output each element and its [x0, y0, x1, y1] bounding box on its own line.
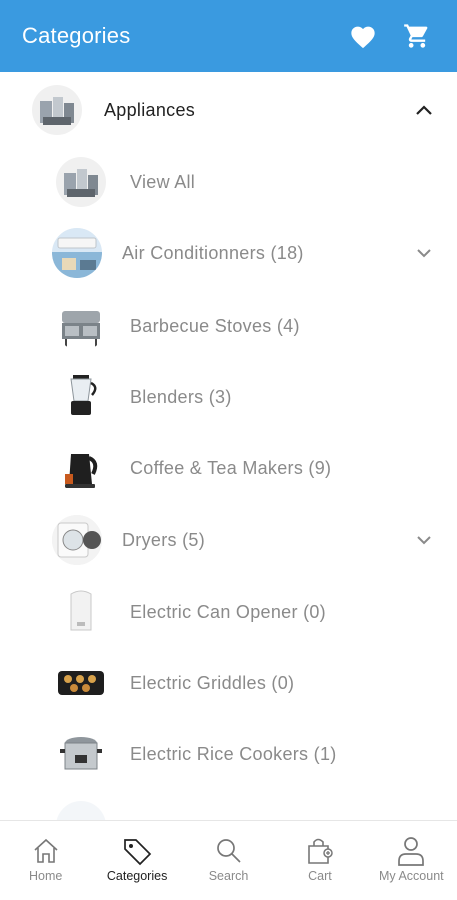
subcategory-barbecue-stoves[interactable]: Barbecue Stoves (4)	[0, 300, 457, 352]
subcategory-electric-griddles[interactable]: Electric Griddles (0)	[0, 657, 457, 709]
person-icon	[394, 835, 428, 867]
cart-icon	[404, 24, 428, 48]
nav-cart[interactable]: Cart	[274, 821, 365, 900]
chevron-up-icon[interactable]	[413, 99, 435, 121]
air-conditioner-thumbnail	[52, 228, 102, 278]
nav-label: Home	[29, 869, 63, 883]
nav-search[interactable]: Search	[183, 821, 274, 900]
wishlist-button[interactable]	[345, 18, 381, 54]
nav-label: Cart	[308, 869, 332, 883]
category-list[interactable]: Appliances View All Air Conditionners (1…	[0, 72, 457, 820]
subcategory-electric-can-opener[interactable]: Electric Can Opener (0)	[0, 586, 457, 638]
dryer-thumbnail	[52, 515, 102, 565]
can-opener-thumbnail	[56, 587, 106, 637]
subcategory-label: Coffee & Tea Makers (9)	[130, 457, 332, 478]
app-bar: Categories	[0, 0, 457, 72]
subcategory-label: Electric Griddles (0)	[130, 672, 295, 693]
category-name: Appliances	[104, 99, 196, 120]
subcategory-coffee-tea-makers[interactable]: Coffee & Tea Makers (9)	[0, 442, 457, 494]
chevron-down-icon[interactable]	[413, 529, 435, 551]
nav-label: Categories	[106, 869, 168, 883]
subcategory-blenders[interactable]: Blenders (3)	[0, 371, 457, 423]
cart-button[interactable]	[399, 18, 435, 54]
subcategory-label: Air Conditionners (18)	[122, 242, 304, 263]
blender-thumbnail	[56, 372, 106, 422]
subcategory-partial[interactable]	[0, 800, 457, 820]
nav-my-account[interactable]: My Account	[366, 821, 457, 900]
subcategory-label: Electric Rice Cookers (1)	[130, 743, 337, 764]
subcategory-air-conditionners[interactable]: Air Conditionners (18)	[0, 227, 457, 279]
griddle-thumbnail	[56, 658, 106, 708]
subcategory-label: Blenders (3)	[130, 386, 232, 407]
heart-icon	[351, 26, 375, 49]
appliances-thumbnail	[32, 85, 82, 135]
kettle-thumbnail	[56, 443, 106, 493]
view-all-thumbnail	[56, 157, 106, 207]
chevron-down-icon[interactable]	[413, 242, 435, 264]
rice-cooker-thumbnail	[56, 729, 106, 779]
cart-icon	[303, 835, 337, 867]
bottom-navigation: Home Categories Search Cart My Account	[0, 820, 457, 900]
subcategory-label: Electric Can Opener (0)	[130, 601, 326, 622]
subcategory-label: Dryers (5)	[122, 529, 205, 550]
search-icon	[212, 835, 246, 867]
barbecue-thumbnail	[56, 301, 106, 351]
nav-label: My Account	[379, 869, 444, 883]
nav-categories[interactable]: Categories	[91, 821, 182, 900]
subcategory-label: Barbecue Stoves (4)	[130, 315, 300, 336]
tag-icon	[120, 835, 154, 867]
category-appliances[interactable]: Appliances	[0, 84, 457, 136]
partial-thumbnail	[56, 801, 106, 820]
subcategory-electric-rice-cookers[interactable]: Electric Rice Cookers (1)	[0, 728, 457, 780]
subcategory-view-all[interactable]: View All	[0, 156, 457, 208]
home-icon	[29, 835, 63, 867]
page-title: Categories	[22, 23, 131, 48]
subcategory-label: View All	[130, 171, 196, 192]
subcategory-dryers[interactable]: Dryers (5)	[0, 514, 457, 566]
nav-label: Search	[208, 869, 249, 883]
nav-home[interactable]: Home	[0, 821, 91, 900]
